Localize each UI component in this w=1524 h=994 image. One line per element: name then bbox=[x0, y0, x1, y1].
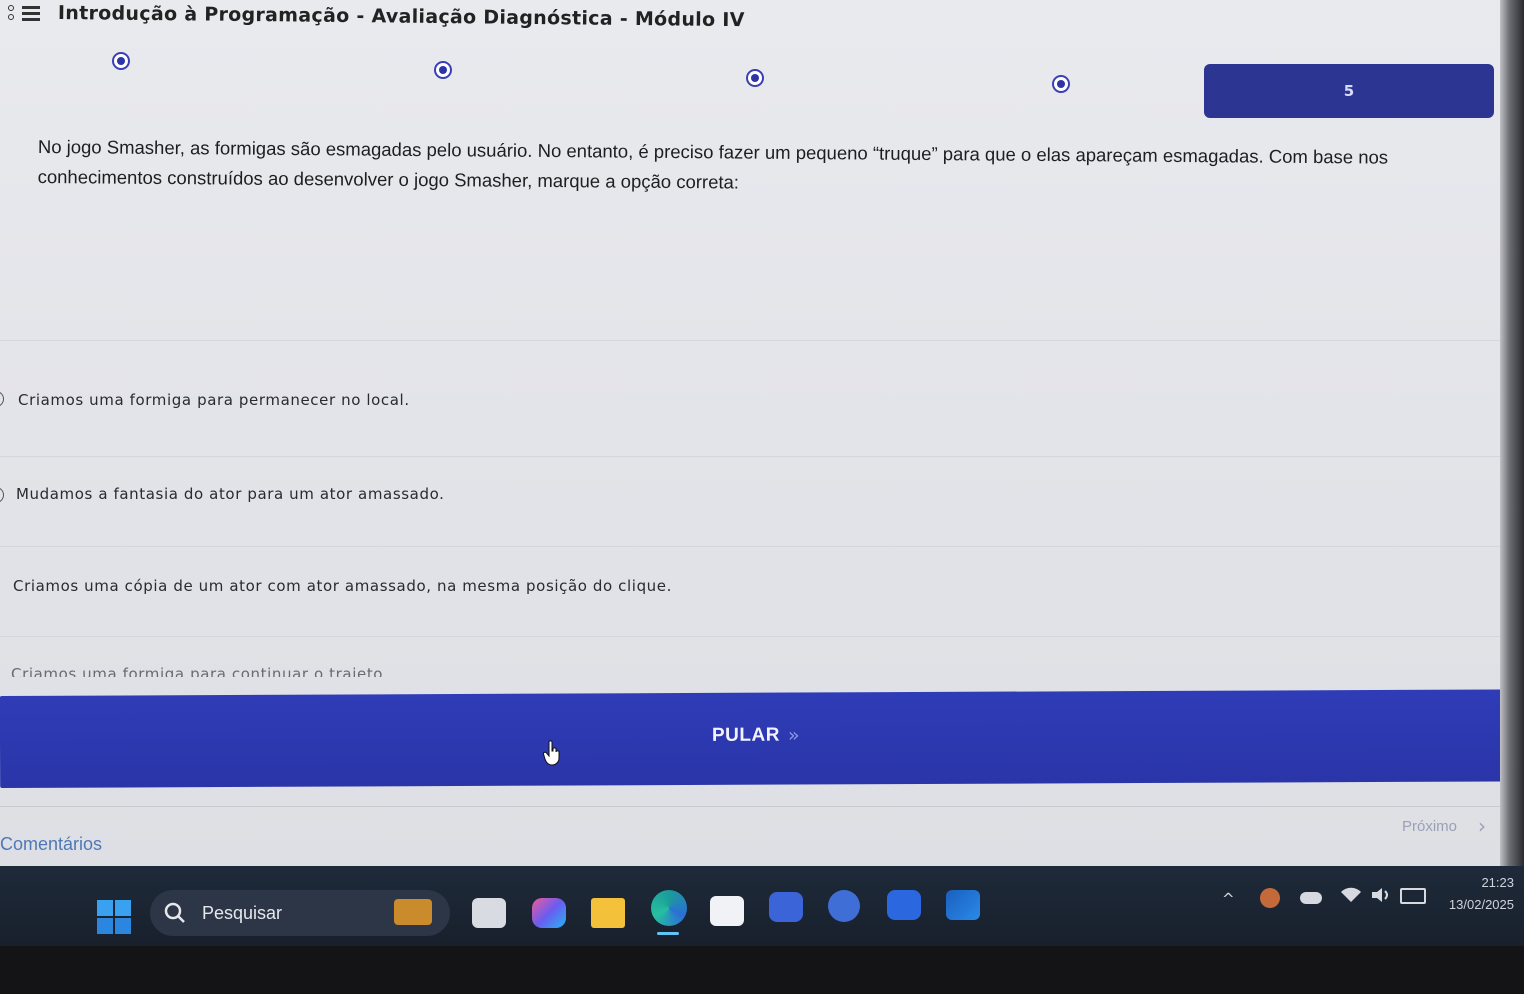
answer-option-1[interactable]: Criamos uma formiga para permanecer no l… bbox=[0, 340, 1500, 431]
search-icon bbox=[164, 902, 185, 923]
sync-icon[interactable] bbox=[828, 890, 860, 922]
radio-button[interactable] bbox=[0, 487, 4, 503]
active-app-indicator bbox=[657, 932, 679, 935]
menu-dot bbox=[8, 5, 14, 11]
radio-button[interactable] bbox=[0, 391, 4, 407]
answer-option-4[interactable]: Criamos uma formiga para continuar o tra… bbox=[0, 636, 1500, 677]
skip-button[interactable]: PULAR » bbox=[0, 689, 1500, 788]
volume-icon[interactable] bbox=[1370, 886, 1392, 904]
chevron-up-icon[interactable]: ^ bbox=[1222, 890, 1235, 908]
option-label: Mudamos a fantasia do ator para um ator … bbox=[16, 485, 445, 503]
double-chevron-right-icon: » bbox=[787, 724, 800, 747]
battery-icon[interactable] bbox=[1400, 888, 1426, 904]
windows-start-icon[interactable] bbox=[97, 900, 131, 934]
page-title: Introdução à Programação - Avaliação Dia… bbox=[57, 2, 745, 32]
chevron-right-icon[interactable]: › bbox=[1478, 814, 1486, 838]
clock-date: 13/02/2025 bbox=[1448, 897, 1514, 912]
menu-bar bbox=[22, 6, 40, 9]
option-label: Criamos uma cópia de um ator com ator am… bbox=[13, 577, 672, 595]
menu-bar bbox=[22, 12, 40, 15]
edge-icon[interactable] bbox=[651, 890, 687, 926]
task-view-icon[interactable] bbox=[472, 898, 506, 928]
step-current-label: 5 bbox=[1343, 82, 1355, 100]
option-label: Criamos uma formiga para permanecer no l… bbox=[18, 391, 410, 409]
page-header: Introdução à Programação - Avaliação Dia… bbox=[0, 0, 1500, 44]
answer-option-3[interactable]: Criamos uma cópia de um ator com ator am… bbox=[0, 546, 1500, 637]
calculator-icon[interactable] bbox=[769, 892, 803, 922]
list-menu-icon[interactable] bbox=[8, 4, 40, 22]
microsoft-store-icon[interactable] bbox=[710, 896, 744, 926]
footer-divider bbox=[0, 806, 1500, 807]
step-current[interactable]: 5 bbox=[1204, 64, 1494, 118]
step-1-indicator[interactable] bbox=[112, 52, 130, 70]
search-placeholder: Pesquisar bbox=[202, 903, 283, 923]
widgets-icon[interactable] bbox=[394, 899, 432, 925]
browser-viewport: Introdução à Programação - Avaliação Dia… bbox=[0, 0, 1500, 866]
hand-cursor-icon bbox=[543, 740, 560, 766]
monitor-bezel bbox=[1500, 0, 1524, 866]
onedrive-icon[interactable] bbox=[1300, 892, 1322, 904]
answer-option-2[interactable]: Mudamos a fantasia do ator para um ator … bbox=[0, 456, 1500, 547]
file-explorer-icon[interactable] bbox=[591, 898, 625, 928]
menu-dot bbox=[8, 14, 14, 20]
taskbar-search[interactable]: Pesquisar bbox=[150, 890, 450, 936]
clock-time: 21:23 bbox=[1481, 875, 1514, 890]
tray-app-icon[interactable] bbox=[1260, 888, 1280, 908]
step-2-indicator[interactable] bbox=[434, 61, 452, 79]
wifi-icon[interactable] bbox=[1340, 886, 1362, 904]
copilot-icon[interactable] bbox=[532, 898, 566, 928]
monitor-bottom-bezel bbox=[0, 946, 1524, 994]
next-button[interactable]: Próximo bbox=[1402, 818, 1457, 835]
step-4-indicator[interactable] bbox=[1052, 75, 1070, 93]
question-text: No jogo Smasher, as formigas são esmagad… bbox=[37, 135, 1389, 193]
step-3-indicator[interactable] bbox=[746, 69, 764, 87]
option-label: Criamos uma formiga para continuar o tra… bbox=[11, 665, 384, 677]
taskbar-clock[interactable]: 21:23 13/02/2025 bbox=[1449, 872, 1514, 916]
comments-link[interactable]: Comentários bbox=[0, 834, 102, 855]
windows-taskbar: Pesquisar ^ 21:23 13/02/2025 bbox=[0, 866, 1524, 946]
outlook-icon[interactable] bbox=[946, 890, 980, 920]
zoom-icon[interactable] bbox=[887, 890, 921, 920]
menu-bar bbox=[22, 18, 40, 21]
skip-button-label: PULAR bbox=[711, 724, 780, 746]
